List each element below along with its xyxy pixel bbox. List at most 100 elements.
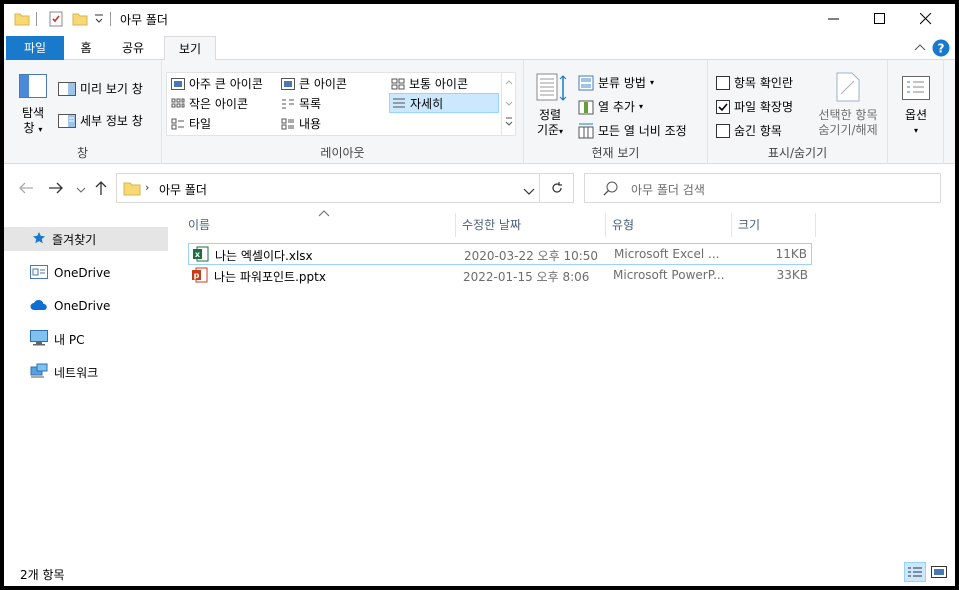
breadcrumb-current[interactable]: 아무 폴더 <box>159 181 207 198</box>
column-header-modified[interactable]: 수정한 날짜 <box>456 213 606 237</box>
details-view-button[interactable] <box>904 562 926 582</box>
file-extensions-toggle[interactable]: 파일 확장명 <box>716 98 793 115</box>
tiles-view-icon <box>171 118 184 129</box>
sidebar-item-label: 즐겨찾기 <box>52 232 97 247</box>
sidebar-item-onedrive[interactable]: OneDrive <box>4 294 168 318</box>
details-pane-button[interactable]: 세부 정보 창 <box>58 112 143 129</box>
tab-home[interactable]: 홈 <box>66 36 106 60</box>
column-header-type[interactable]: 유형 <box>606 213 732 237</box>
tab-view[interactable]: 보기 <box>164 36 216 61</box>
tab-file[interactable]: 파일 <box>6 36 64 60</box>
forward-button[interactable] <box>48 181 64 198</box>
extra-large-icons-icon <box>171 77 185 90</box>
minimize-button[interactable] <box>811 4 857 34</box>
tab-share[interactable]: 공유 <box>110 36 156 60</box>
refresh-button[interactable] <box>540 173 574 203</box>
new-folder-icon[interactable] <box>72 11 88 30</box>
group-label-layout: 레이아웃 <box>320 146 365 160</box>
group-show-hide: 항목 확인란 파일 확장명 숨긴 항목 선택한 항목 숨기기/해제 표시/숨기기 <box>708 60 888 164</box>
recent-locations-button[interactable] <box>76 184 86 198</box>
help-icon[interactable]: ? <box>932 39 950 60</box>
sort-label: 정렬 <box>538 108 562 122</box>
layout-gallery: 아주 큰 아이콘 큰 아이콘 보통 아이콘 작은 아이콘 목록 자세히 타일 내… <box>166 72 516 136</box>
search-placeholder: 아무 폴더 검색 <box>631 183 705 197</box>
ribbon-view: 탐색 창 ▾ 미리 보기 창 세부 정보 창 창 아주 큰 아이콘 큰 아이콘 … <box>4 60 955 164</box>
address-history-button[interactable] <box>523 185 535 199</box>
checkbox-unchecked-icon <box>716 123 730 138</box>
layout-extra-large-icons[interactable]: 아주 큰 아이콘 <box>171 75 263 92</box>
add-columns-button[interactable]: 열 추가 ▾ <box>578 98 643 115</box>
sidebar-item-onedrive-folder[interactable]: OneDrive <box>4 261 168 285</box>
column-header-name-label: 이름 <box>188 218 211 232</box>
details-pane-label: 세부 정보 창 <box>80 114 143 128</box>
gallery-scroll-arrows-icon <box>505 80 513 126</box>
checkbox-checked-icon <box>716 99 730 114</box>
close-button[interactable] <box>903 4 949 34</box>
size-all-columns-button[interactable]: 모든 열 너비 조정 <box>578 122 687 139</box>
layout-large-icons[interactable]: 큰 아이콘 <box>281 75 347 92</box>
options-button[interactable]: 옵션 ▾ <box>894 70 938 142</box>
sidebar-item-this-pc[interactable]: 내 PC <box>4 327 168 351</box>
preview-pane-button[interactable]: 미리 보기 창 <box>58 80 143 97</box>
size-columns-icon <box>578 123 594 138</box>
layout-medium-icons[interactable]: 보통 아이콘 <box>391 75 468 92</box>
layout-list[interactable]: 목록 <box>281 95 321 112</box>
hide-selected-icon <box>836 72 860 105</box>
group-layout: 아주 큰 아이콘 큰 아이콘 보통 아이콘 작은 아이콘 목록 자세히 타일 내… <box>162 60 524 164</box>
file-type: Microsoft Excel ... <box>614 247 720 261</box>
title-separator <box>36 12 37 26</box>
content-view-icon <box>281 118 294 129</box>
back-button[interactable] <box>18 181 34 198</box>
properties-icon[interactable] <box>48 11 64 30</box>
address-bar[interactable]: › 아무 폴더 <box>116 173 540 203</box>
sidebar-item-label: OneDrive <box>54 299 111 313</box>
up-button[interactable] <box>94 180 108 199</box>
table-row[interactable]: p 나는 파워포인트.pptx 2022-01-15 오후 8:06 Micro… <box>188 265 812 287</box>
search-box[interactable]: 아무 폴더 검색 <box>584 173 941 203</box>
item-checkboxes-toggle[interactable]: 항목 확인란 <box>716 74 793 91</box>
layout-gallery-scroll[interactable] <box>501 73 515 135</box>
hidden-items-toggle[interactable]: 숨긴 항목 <box>716 122 782 139</box>
layout-small-icons[interactable]: 작은 아이콘 <box>171 95 248 112</box>
sort-label-2: 기준 <box>536 123 560 137</box>
hidden-items-label: 숨긴 항목 <box>734 124 782 138</box>
options-icon <box>902 76 930 103</box>
group-options: 옵션 ▾ <box>888 60 944 164</box>
layout-details[interactable]: 자세히 <box>389 93 499 113</box>
large-icons-view-button[interactable] <box>930 564 948 580</box>
sidebar-item-network[interactable]: 네트워크 <box>4 360 168 384</box>
sort-by-button[interactable]: 정렬 기준▾ <box>530 70 570 142</box>
column-header-size-label: 크기 <box>738 218 761 232</box>
breadcrumb-separator-icon[interactable]: › <box>145 181 149 194</box>
sidebar-item-label: 내 PC <box>54 332 85 347</box>
layout-content[interactable]: 내용 <box>281 115 321 132</box>
item-count: 2개 항목 <box>20 568 65 582</box>
medium-icons-icon <box>391 78 405 89</box>
collapse-ribbon-icon[interactable] <box>914 42 926 56</box>
group-label-pane: 창 <box>76 146 89 160</box>
file-extensions-label: 파일 확장명 <box>734 100 794 114</box>
preview-pane-label: 미리 보기 창 <box>80 82 143 96</box>
powerpoint-file-icon: p <box>192 267 208 286</box>
table-row[interactable]: x 나는 엑셀이다.xlsx 2020-03-22 오후 10:50 Micro… <box>188 243 812 265</box>
nav-pane-button[interactable]: 탐색 창 ▾ <box>12 70 54 140</box>
layout-large-label: 큰 아이콘 <box>299 77 347 91</box>
column-header-modified-label: 수정한 날짜 <box>462 218 522 232</box>
hide-selected-button[interactable]: 선택한 항목 숨기기/해제 <box>810 70 886 142</box>
layout-content-label: 내용 <box>299 117 322 131</box>
arrow-right-icon <box>49 182 63 194</box>
file-size: 33KB <box>776 268 808 282</box>
sidebar-item-quick-access[interactable]: 즐겨찾기 <box>4 227 168 251</box>
file-name: 나는 엑셀이다.xlsx <box>215 249 313 263</box>
column-header-size[interactable]: 크기 <box>732 213 816 237</box>
excel-file-icon: x <box>193 246 209 265</box>
refresh-icon <box>551 182 562 193</box>
maximize-button[interactable] <box>857 4 903 34</box>
chevron-down-icon[interactable] <box>94 13 104 28</box>
folder-icon <box>123 179 141 200</box>
small-icons-icon <box>171 98 185 107</box>
group-by-button[interactable]: 분류 방법 ▾ <box>578 74 654 91</box>
column-header-name[interactable]: 이름 <box>172 213 456 237</box>
group-pane: 탐색 창 ▾ 미리 보기 창 세부 정보 창 창 <box>4 60 162 164</box>
layout-tiles[interactable]: 타일 <box>171 115 211 132</box>
